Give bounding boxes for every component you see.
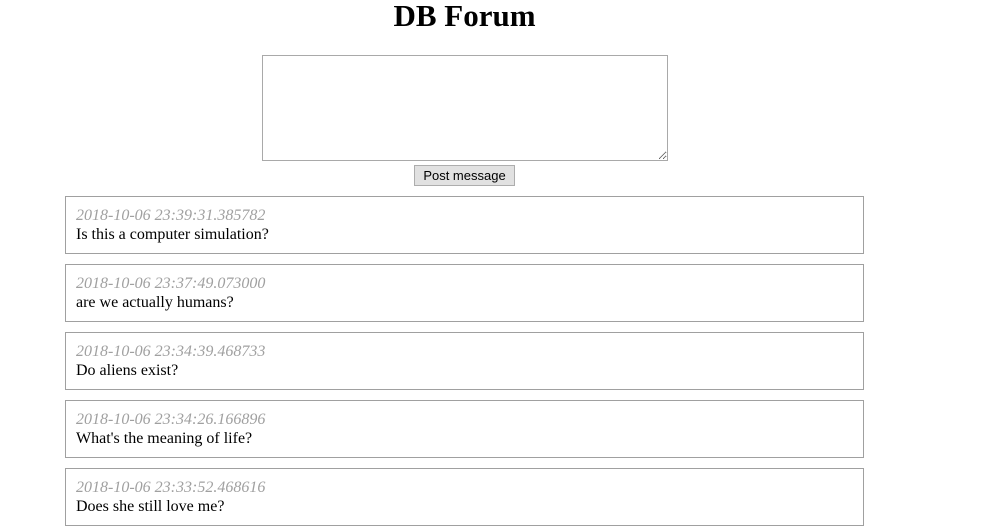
message-textarea[interactable] [262, 55, 668, 161]
message-text: are we actually humans? [76, 294, 234, 311]
message-timestamp: 2018-10-06 23:34:26.166896 [76, 411, 266, 428]
message-post: 2018-10-06 23:34:26.166896 What's the me… [65, 400, 864, 458]
message-timestamp: 2018-10-06 23:33:52.468616 [76, 479, 266, 496]
message-post: 2018-10-06 23:39:31.385782 Is this a com… [65, 196, 864, 254]
message-text: Do aliens exist? [76, 362, 179, 379]
message-text: Does she still love me? [76, 498, 225, 515]
message-timestamp: 2018-10-06 23:39:31.385782 [76, 207, 266, 224]
post-message-button[interactable]: Post message [414, 165, 515, 186]
message-post: 2018-10-06 23:34:39.468733 Do aliens exi… [65, 332, 864, 390]
message-post: 2018-10-06 23:37:49.073000 are we actual… [65, 264, 864, 322]
message-text: What's the meaning of life? [76, 430, 253, 447]
message-post: 2018-10-06 23:33:52.468616 Does she stil… [65, 468, 864, 526]
message-timestamp: 2018-10-06 23:34:39.468733 [76, 343, 266, 360]
message-timestamp: 2018-10-06 23:37:49.073000 [76, 275, 266, 292]
message-list: 2018-10-06 23:39:31.385782 Is this a com… [65, 196, 864, 531]
message-text: Is this a computer simulation? [76, 226, 269, 243]
page-title: DB Forum [393, 0, 536, 33]
